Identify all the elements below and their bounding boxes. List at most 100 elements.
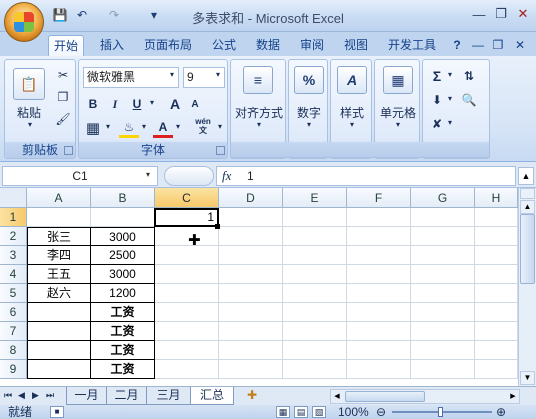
- cell-d3[interactable]: [219, 246, 283, 265]
- cell-g6[interactable]: [411, 303, 475, 322]
- fill-color-dropdown-icon[interactable]: ▾: [139, 122, 149, 131]
- number-button[interactable]: 数字: [289, 104, 329, 121]
- cell-b6[interactable]: 工资: [91, 303, 155, 322]
- fill-handle[interactable]: [215, 224, 220, 229]
- phonetic-dropdown-icon[interactable]: ▾: [215, 122, 225, 131]
- cell-h9[interactable]: [475, 360, 518, 379]
- cell-a9[interactable]: [27, 360, 91, 379]
- cell-c8[interactable]: [155, 341, 219, 360]
- vertical-scroll-thumb[interactable]: [520, 214, 535, 284]
- scroll-right-icon[interactable]: ▶: [507, 390, 519, 403]
- cell-b2[interactable]: 3000: [91, 227, 155, 246]
- cell-g8[interactable]: [411, 341, 475, 360]
- paste-button[interactable]: 粘贴: [9, 104, 49, 121]
- row-header-4[interactable]: 4: [0, 265, 27, 284]
- alignment-button[interactable]: 对齐方式: [231, 104, 287, 121]
- name-box[interactable]: C1: [2, 166, 158, 186]
- cell-d7[interactable]: [219, 322, 283, 341]
- help-icon[interactable]: ?: [448, 35, 466, 56]
- style-button[interactable]: 样式: [331, 104, 373, 121]
- grow-font-button[interactable]: A: [165, 94, 185, 114]
- macro-record-icon[interactable]: ■: [50, 406, 64, 418]
- zoom-level[interactable]: 100%: [338, 405, 369, 419]
- save-icon[interactable]: 💾: [52, 7, 68, 23]
- zoom-in-icon[interactable]: ⊕: [496, 405, 506, 419]
- underline-button[interactable]: U: [127, 94, 147, 114]
- cell-a4[interactable]: 王五: [27, 265, 91, 284]
- cell-a8[interactable]: [27, 341, 91, 360]
- cell-e5[interactable]: [283, 284, 347, 303]
- autosum-dropdown-icon[interactable]: ▾: [445, 70, 455, 79]
- font-launcher-icon[interactable]: [216, 146, 225, 155]
- cell-e6[interactable]: [283, 303, 347, 322]
- cell-f9[interactable]: [347, 360, 411, 379]
- scroll-down-icon[interactable]: ▼: [520, 371, 535, 385]
- row-header-1[interactable]: 1: [0, 208, 27, 227]
- cell-e9[interactable]: [283, 360, 347, 379]
- tab-page-layout[interactable]: 页面布局: [138, 35, 198, 56]
- cell-b1[interactable]: [91, 208, 155, 227]
- workbook-close-icon[interactable]: ✕: [512, 35, 528, 56]
- cell-g4[interactable]: [411, 265, 475, 284]
- style-dropdown-icon[interactable]: ▾: [347, 120, 357, 129]
- autosum-button[interactable]: Σ: [427, 66, 447, 86]
- shrink-font-button[interactable]: A: [185, 94, 205, 114]
- formula-bar-resize-handle[interactable]: [164, 166, 214, 186]
- row-header-3[interactable]: 3: [0, 246, 27, 265]
- cell-g9[interactable]: [411, 360, 475, 379]
- expand-formula-bar-icon[interactable]: ▲: [518, 167, 534, 185]
- cell-h6[interactable]: [475, 303, 518, 322]
- fill-color-icon[interactable]: ♨: [119, 118, 139, 138]
- cell-d2[interactable]: [219, 227, 283, 246]
- sort-filter-icon[interactable]: ⇅: [459, 66, 479, 86]
- cell-b5[interactable]: 1200: [91, 284, 155, 303]
- clear-dropdown-icon[interactable]: ▾: [445, 118, 455, 127]
- insert-function-icon[interactable]: fx: [222, 168, 231, 184]
- cell-f5[interactable]: [347, 284, 411, 303]
- horizontal-scrollbar[interactable]: ◀ ▶: [330, 389, 520, 404]
- page-layout-view-icon[interactable]: ▤: [294, 406, 308, 418]
- borders-dropdown-icon[interactable]: ▾: [103, 122, 113, 131]
- cell-c6[interactable]: [155, 303, 219, 322]
- cell-e4[interactable]: [283, 265, 347, 284]
- style-icon[interactable]: A: [337, 66, 367, 94]
- row-header-2[interactable]: 2: [0, 227, 27, 246]
- clipboard-launcher-icon[interactable]: [64, 146, 73, 155]
- cell-h7[interactable]: [475, 322, 518, 341]
- normal-view-icon[interactable]: ▦: [276, 406, 290, 418]
- font-size-dropdown-icon[interactable]: ▾: [213, 70, 223, 79]
- cell-a3[interactable]: 李四: [27, 246, 91, 265]
- sheet-tab-summary[interactable]: 汇总: [190, 387, 234, 405]
- name-box-dropdown-icon[interactable]: ▾: [146, 170, 150, 179]
- italic-button[interactable]: I: [105, 94, 125, 114]
- last-sheet-icon[interactable]: ⏭: [46, 390, 54, 401]
- fill-icon[interactable]: ⬇: [427, 90, 447, 110]
- horizontal-scroll-thumb[interactable]: [345, 391, 425, 402]
- formula-input[interactable]: 1: [216, 166, 516, 186]
- cell-c7[interactable]: [155, 322, 219, 341]
- cell-d1[interactable]: [219, 208, 283, 227]
- cell-a5[interactable]: 赵六: [27, 284, 91, 303]
- alignment-dropdown-icon[interactable]: ▾: [254, 120, 264, 129]
- align-icon[interactable]: ≡: [243, 66, 273, 94]
- cell-h3[interactable]: [475, 246, 518, 265]
- paste-dropdown-icon[interactable]: ▾: [25, 120, 35, 129]
- cell-e3[interactable]: [283, 246, 347, 265]
- column-header-e[interactable]: E: [283, 188, 347, 208]
- tab-home[interactable]: 开始: [48, 35, 84, 56]
- column-header-g[interactable]: G: [411, 188, 475, 208]
- redo-icon[interactable]: ↷: [106, 7, 122, 23]
- cell-h5[interactable]: [475, 284, 518, 303]
- row-header-5[interactable]: 5: [0, 284, 27, 303]
- scroll-left-icon[interactable]: ◀: [331, 390, 343, 403]
- scroll-up-icon[interactable]: ▲: [520, 200, 535, 214]
- cell-f7[interactable]: [347, 322, 411, 341]
- cell-b9[interactable]: 工资: [91, 360, 155, 379]
- office-button[interactable]: [4, 2, 44, 42]
- cells-icon[interactable]: ▦: [383, 66, 413, 94]
- cells-button[interactable]: 单元格: [375, 104, 421, 121]
- cell-g3[interactable]: [411, 246, 475, 265]
- cell-b8[interactable]: 工资: [91, 341, 155, 360]
- cell-c1[interactable]: 1: [155, 208, 219, 227]
- phonetic-button[interactable]: wén 文: [191, 116, 215, 136]
